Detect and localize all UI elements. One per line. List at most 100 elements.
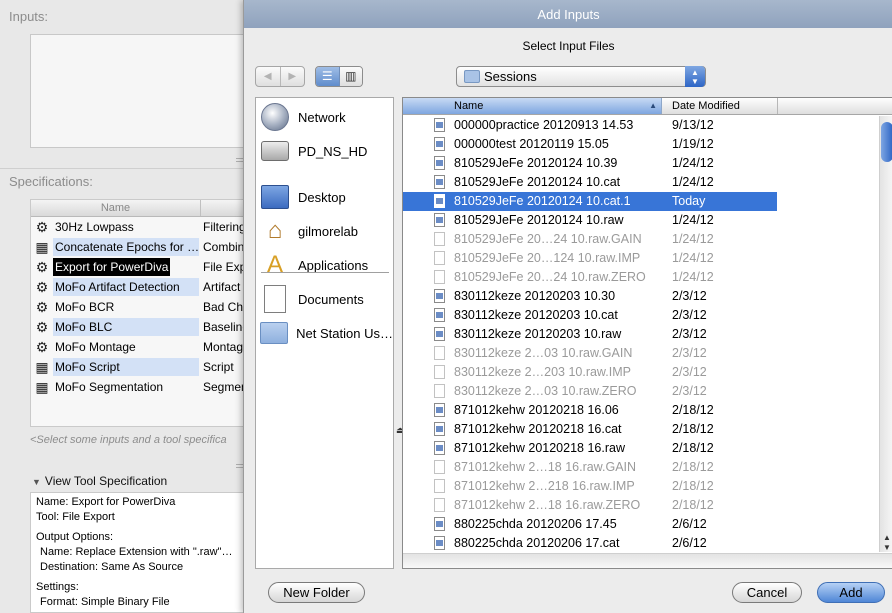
new-folder-button[interactable]: New Folder <box>268 582 365 603</box>
file-row[interactable]: 000000test 20120119 15.05 1/19/12 <box>403 135 879 154</box>
location-popup[interactable]: Sessions ▲ ▼ <box>456 66 706 87</box>
list-view-icon[interactable]: ☰ <box>316 67 340 86</box>
sidebar-item-network[interactable]: Network <box>260 101 393 133</box>
spec-row[interactable]: ⚙ 30Hz Lowpass Filtering <box>31 217 244 237</box>
file-row[interactable]: 810529JeFe 20120124 10.cat.1 Today <box>403 192 777 211</box>
file-row[interactable]: 830112keze 20120203 10.raw 2/3/12 <box>403 325 879 344</box>
file-row: 871012kehw 2…18 16.raw.GAIN 2/18/12 <box>403 458 879 477</box>
name-column-label: Name <box>454 100 484 112</box>
sidebar-separator <box>261 272 389 273</box>
scroll-thumb[interactable] <box>881 122 892 162</box>
grid-icon: ▦ <box>35 239 49 255</box>
file-list-header: Name ▲ Date Modified <box>403 98 892 115</box>
file-row[interactable]: 830112keze 20120203 10.cat 2/3/12 <box>403 306 879 325</box>
view-tool-disclosure[interactable]: ▼ View Tool Specification <box>32 474 167 488</box>
spec-row-name: Concatenate Epochs for … <box>53 238 200 256</box>
file-icon <box>434 365 445 379</box>
file-row[interactable]: 880225chda 20120206 17.cat 2/6/12 <box>403 534 879 553</box>
horizontal-scrollbar[interactable] <box>403 553 892 568</box>
scroll-down-arrow-icon[interactable]: ▼ <box>883 543 891 552</box>
detail-line: Tool: File Export <box>36 511 115 523</box>
file-icon <box>434 251 445 265</box>
gear-icon: ⚙ <box>35 319 49 335</box>
file-name: 880225chda 20120206 17.cat <box>454 536 620 550</box>
file-name: 830112keze 2…03 10.raw.ZERO <box>454 384 637 398</box>
file-icon <box>434 327 445 341</box>
file-row[interactable]: 871012kehw 20120218 16.cat 2/18/12 <box>403 420 879 439</box>
sidebar-item-label: Network <box>298 109 346 125</box>
specifications-table[interactable]: Name ⚙ 30Hz Lowpass Filtering ▦ Concatenate … <box>30 199 245 427</box>
cancel-button[interactable]: Cancel <box>732 582 802 603</box>
specifications-label: Specifications: <box>9 174 93 189</box>
date-modified-column-header[interactable]: Date Modified <box>672 98 740 114</box>
sheet-titlebar: Add Inputs <box>244 0 892 28</box>
back-arrow-icon[interactable]: ◀ <box>256 67 281 86</box>
file-icon <box>434 308 445 322</box>
file-row: 871012kehw 2…18 16.raw.ZERO 2/18/12 <box>403 496 879 515</box>
file-row[interactable]: 810529JeFe 20120124 10.raw 1/24/12 <box>403 211 879 230</box>
file-row[interactable]: 871012kehw 20120218 16.raw 2/18/12 <box>403 439 879 458</box>
spec-row[interactable]: ⚙ MoFo Montage Montage <box>31 337 244 357</box>
history-navigation: ◀ ▶ <box>255 66 305 87</box>
spec-row[interactable]: ⚙ Export for PowerDiva File Exp <box>31 257 244 277</box>
column-separator <box>777 98 778 114</box>
file-date: 1/24/12 <box>672 175 714 189</box>
spec-row-name: Export for PowerDiva <box>53 258 171 276</box>
spec-row[interactable]: ⚙ MoFo BLC Baseline <box>31 317 244 337</box>
spec-row[interactable]: ▦ Concatenate Epochs for … Combin <box>31 237 244 257</box>
name-column-header[interactable]: Name <box>31 200 201 216</box>
add-inputs-sheet: Add Inputs Select Input Files ◀ ▶ ☰ ▥ Se… <box>243 0 892 613</box>
spec-row[interactable]: ⚙ MoFo BCR Bad Cha <box>31 297 244 317</box>
file-row[interactable]: 880225chda 20120206 17.45 2/6/12 <box>403 515 879 534</box>
sidebar-item-pd-ns-hd[interactable]: PD_NS_HD <box>260 135 393 167</box>
grid-icon: ▦ <box>35 359 49 375</box>
sort-ascending-icon: ▲ <box>649 101 657 110</box>
disclosure-triangle-icon[interactable]: ▼ <box>32 477 41 487</box>
file-date: 2/18/12 <box>672 441 714 455</box>
sidebar-item-documents[interactable]: Documents <box>260 283 393 315</box>
spec-row-name: MoFo BCR <box>55 300 115 314</box>
spec-row-category: Combin <box>203 240 245 254</box>
file-row[interactable]: 810529JeFe 20120124 10.cat 1/24/12 <box>403 173 879 192</box>
file-name: 810529JeFe 20…124 10.raw.IMP <box>454 251 641 265</box>
sheet-subtitle: Select Input Files <box>522 39 615 53</box>
file-row[interactable]: 810529JeFe 20120124 10.39 1/24/12 <box>403 154 879 173</box>
spec-row-category: File Exp <box>203 260 245 274</box>
file-name: 871012kehw 20120218 16.06 <box>454 403 619 417</box>
file-row[interactable]: 000000practice 20120913 14.53 9/13/12 <box>403 116 879 135</box>
file-icon <box>434 384 445 398</box>
spec-table-header[interactable]: Name <box>31 200 244 217</box>
vertical-scrollbar[interactable]: ▲ ▼ <box>879 116 892 552</box>
file-icon <box>434 213 445 227</box>
column-view-icon[interactable]: ▥ <box>339 67 362 86</box>
file-date: 1/24/12 <box>672 213 714 227</box>
spec-row[interactable]: ▦ MoFo Segmentation Segmen <box>31 377 244 397</box>
sidebar-item-applications[interactable]: A Applications <box>260 249 393 281</box>
file-row[interactable]: 830112keze 20120203 10.30 2/3/12 <box>403 287 879 306</box>
location-label: Sessions <box>484 69 537 84</box>
file-row: 830112keze 2…203 10.raw.IMP 2/3/12 <box>403 363 879 382</box>
file-icon <box>434 270 445 284</box>
file-row: 810529JeFe 20…124 10.raw.IMP 1/24/12 <box>403 249 879 268</box>
detail-line: Output Options: <box>36 531 114 543</box>
name-column-header[interactable]: Name ▲ <box>403 98 662 114</box>
sidebar-item-desktop[interactable]: Desktop <box>260 181 393 213</box>
detail-line: Settings: <box>36 581 79 593</box>
spec-row[interactable]: ⚙ MoFo Artifact Detection Artifact <box>31 277 244 297</box>
scroll-up-arrow-icon[interactable]: ▲ <box>883 533 891 542</box>
view-mode-control: ☰ ▥ <box>315 66 363 87</box>
detail-line: Name: Replace Extension with ".raw"… <box>40 546 233 558</box>
add-button[interactable]: Add <box>817 582 885 603</box>
file-date: 2/18/12 <box>672 422 714 436</box>
file-icon <box>434 498 445 512</box>
inputs-list[interactable] <box>30 34 245 148</box>
spec-row[interactable]: ▦ MoFo Script Script <box>31 357 244 377</box>
file-name: 810529JeFe 20120124 10.cat <box>454 175 621 189</box>
file-row[interactable]: 871012kehw 20120218 16.06 2/18/12 <box>403 401 879 420</box>
sidebar-item-gilmorelab[interactable]: ⌂ gilmorelab <box>260 215 393 247</box>
spec-row-category: Script <box>203 360 234 374</box>
file-row: 871012kehw 2…218 16.raw.IMP 2/18/12 <box>403 477 879 496</box>
forward-arrow-icon[interactable]: ▶ <box>281 67 305 86</box>
sidebar-item-net-station-us[interactable]: Net Station Us… <box>260 317 393 349</box>
file-icon <box>434 289 445 303</box>
